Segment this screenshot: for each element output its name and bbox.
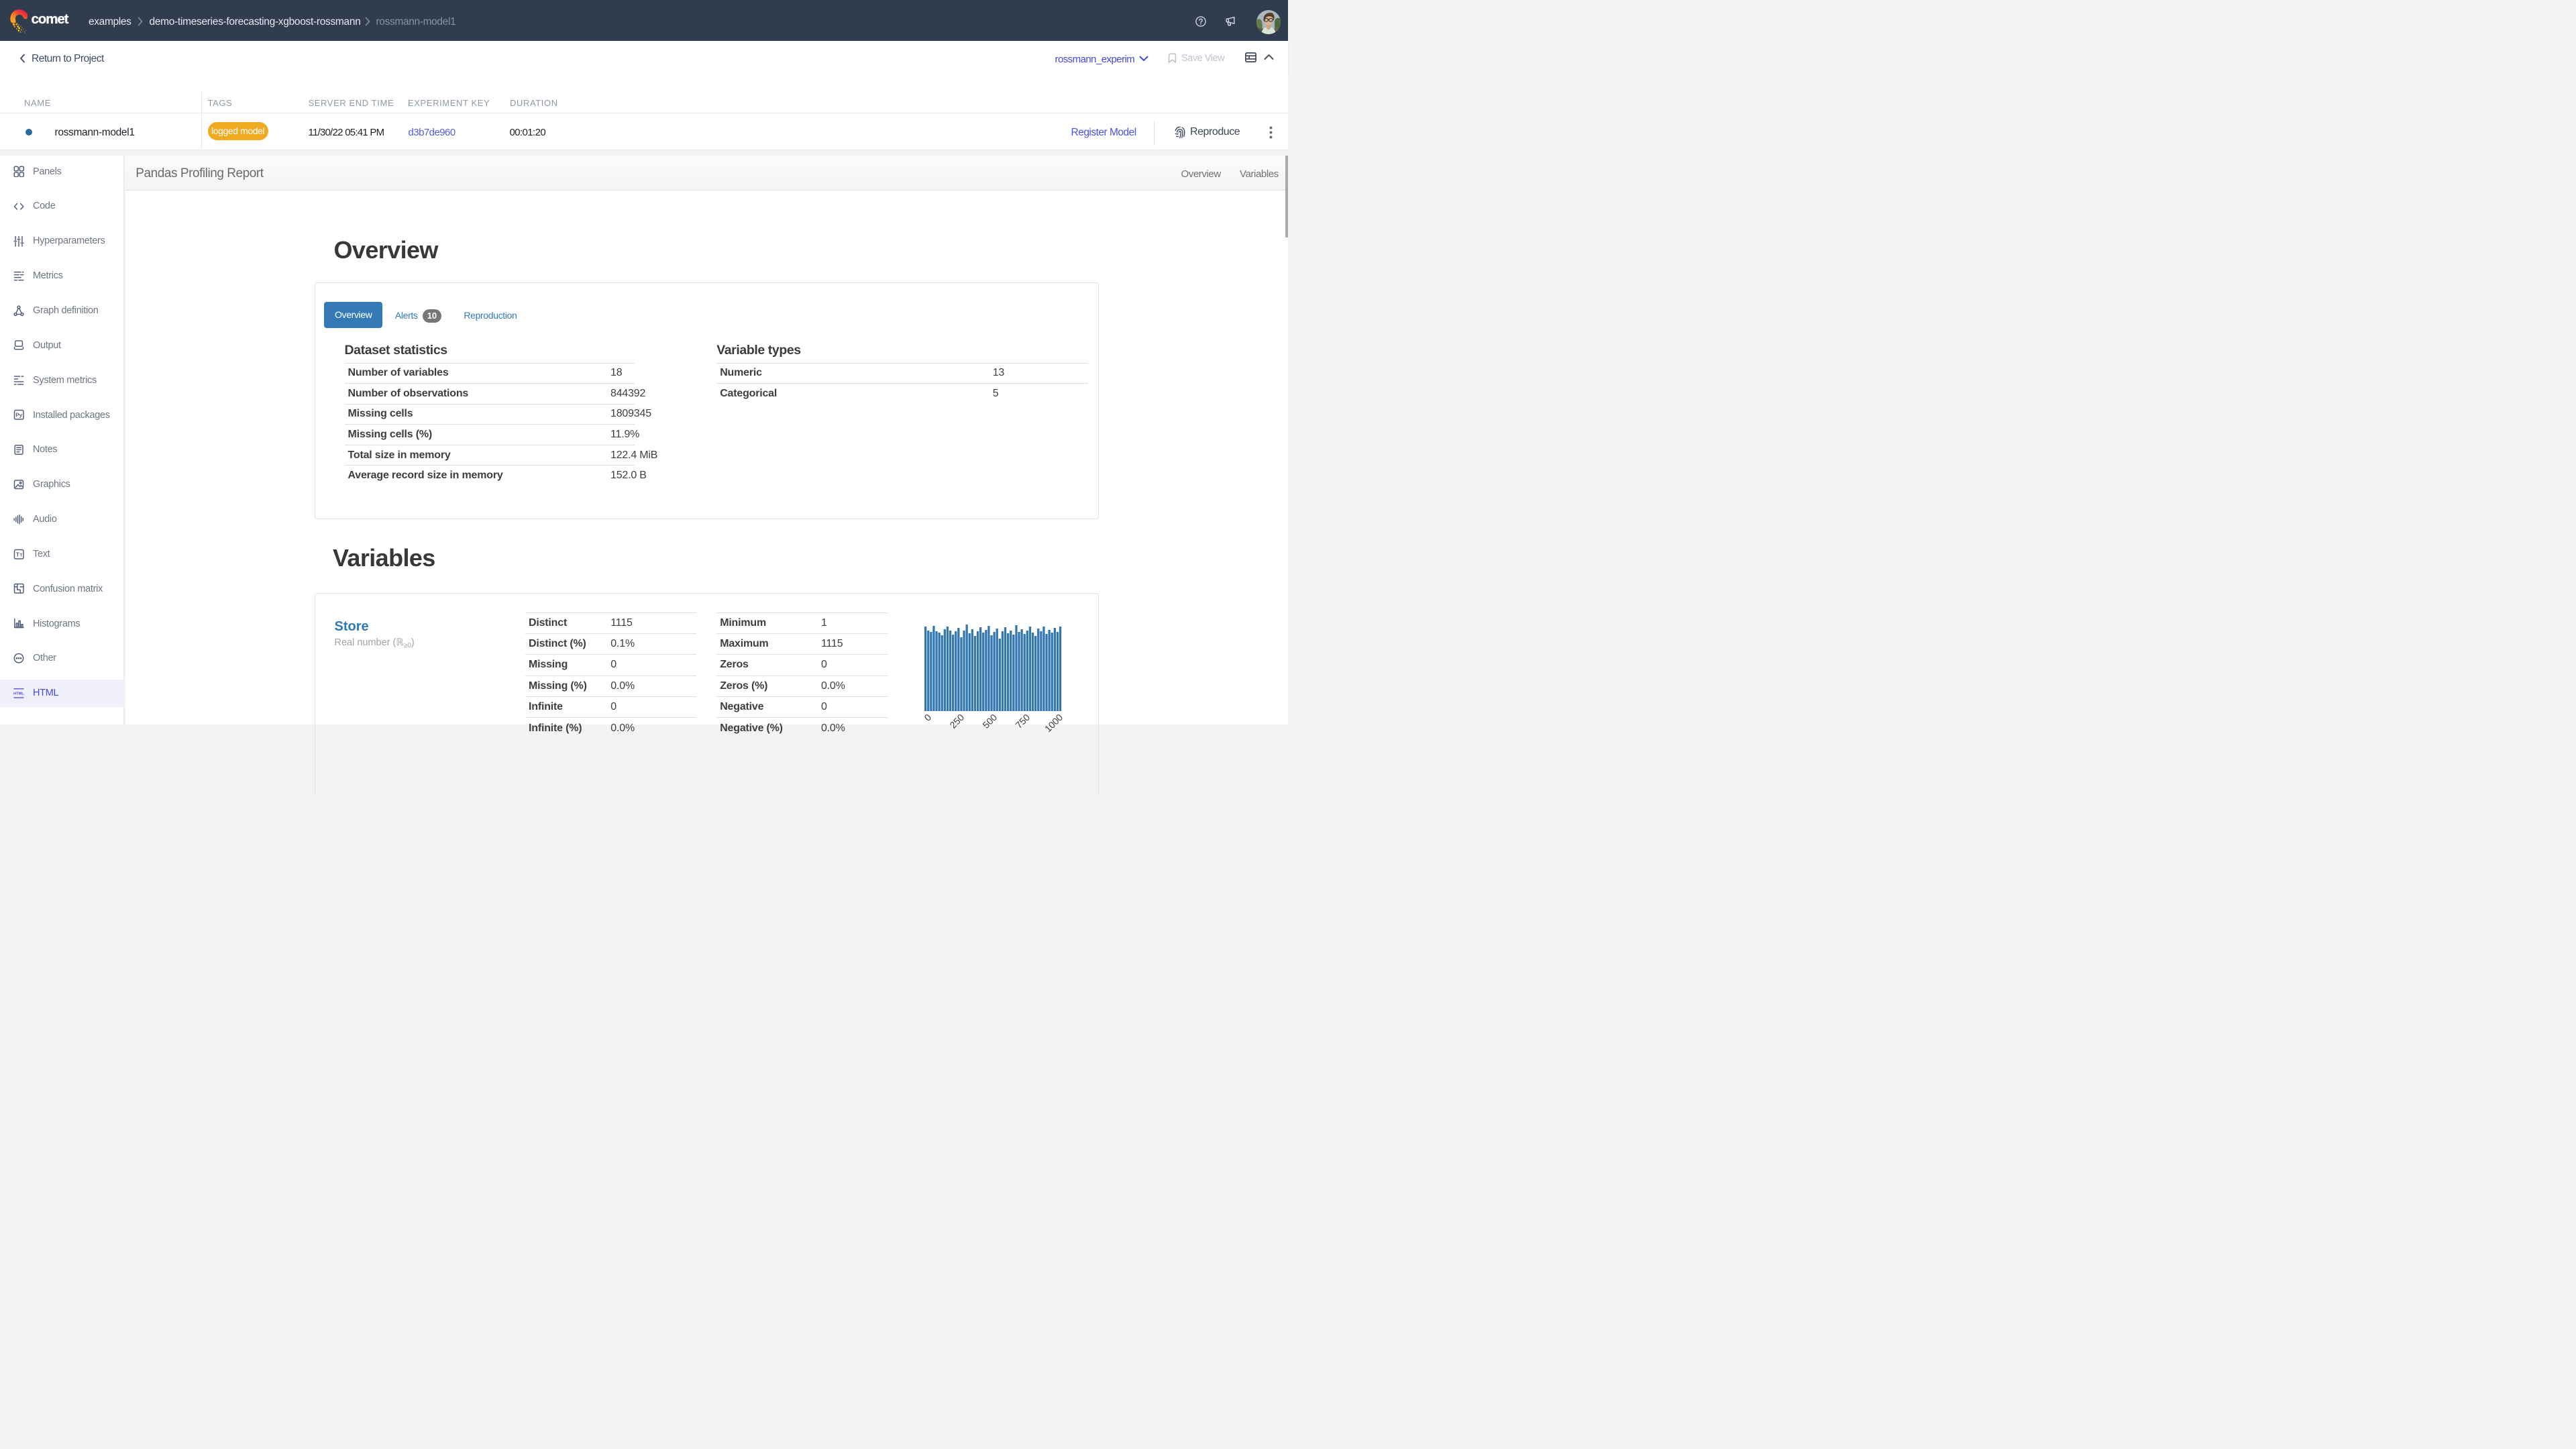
- svg-text:Py: Py: [15, 413, 22, 419]
- svg-text:HTML: HTML: [13, 692, 24, 696]
- svg-text:T: T: [19, 553, 22, 557]
